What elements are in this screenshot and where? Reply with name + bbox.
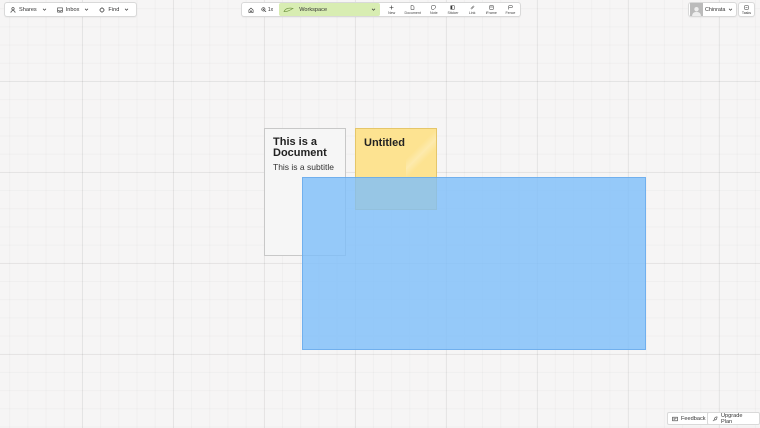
workspace-label: Workspace	[299, 6, 328, 13]
account-menu[interactable]: Chinrata	[688, 2, 737, 17]
note-button[interactable]: Note	[424, 3, 443, 16]
chevron-down-icon	[729, 8, 733, 11]
main-toolbar: 1x Workspace New Document Note Sticker L…	[241, 2, 521, 17]
fence-icon	[508, 5, 513, 9]
sticky-title: Untitled	[364, 137, 405, 149]
sticker-button[interactable]: Sticker	[443, 3, 462, 16]
inbox-label: Inbox	[65, 6, 80, 13]
home-button[interactable]	[244, 3, 257, 16]
tool-label: iFrame	[485, 10, 497, 15]
user-avatar-icon	[692, 6, 701, 16]
chevron-down-icon	[42, 8, 46, 11]
note-icon	[431, 5, 436, 9]
tool-label: Sticker	[447, 10, 459, 15]
shares-button[interactable]: Shares	[5, 3, 52, 16]
tool-label: Document	[404, 10, 421, 15]
workspace-selector[interactable]: Workspace	[279, 3, 381, 16]
new-button[interactable]: New	[382, 3, 401, 16]
shares-label: Shares	[19, 6, 37, 13]
workspace-logo-icon	[283, 7, 295, 12]
fence-button[interactable]: Fence	[501, 3, 520, 16]
chevron-down-icon	[85, 8, 89, 11]
feedback-button[interactable]: Feedback	[667, 412, 711, 425]
zoom-level: 1x	[267, 6, 274, 13]
plus-icon	[389, 5, 394, 9]
document-subtitle: This is a subtitle	[273, 162, 334, 172]
tasks-label: Tasks	[741, 10, 752, 15]
link-button[interactable]: Link	[463, 3, 482, 16]
user-name: Chinrata	[705, 6, 726, 13]
top-left-menu: Shares Inbox Find	[4, 2, 137, 17]
person-icon	[10, 6, 16, 13]
link-icon	[470, 5, 474, 9]
tasks-icon	[744, 5, 749, 9]
blue-rectangle-shape[interactable]	[302, 177, 646, 350]
zoom-button[interactable]: 1x	[257, 7, 277, 13]
find-button[interactable]: Find	[94, 3, 134, 16]
find-label: Find	[108, 6, 120, 13]
inbox-button[interactable]: Inbox	[52, 3, 95, 16]
document-icon	[410, 4, 415, 10]
crosshair-icon	[99, 6, 106, 13]
zoom-icon	[261, 7, 267, 13]
tool-label: Fence	[505, 10, 516, 15]
tasks-button[interactable]: Tasks	[738, 2, 755, 17]
tool-label: Note	[430, 10, 438, 15]
upgrade-plan-button[interactable]: Upgrade Plan	[707, 412, 760, 425]
document-title: This is a Document	[273, 136, 327, 159]
chevron-down-icon	[125, 8, 129, 11]
feedback-label: Feedback	[681, 415, 706, 422]
upgrade-label: Upgrade Plan	[720, 412, 743, 425]
iframe-button[interactable]: iFrame	[482, 3, 501, 16]
chevron-down-icon	[371, 8, 376, 11]
tool-label: New	[388, 10, 396, 15]
home-icon	[248, 7, 254, 13]
iframe-icon	[489, 5, 494, 9]
sticker-icon	[450, 5, 455, 9]
tool-label: Link	[468, 10, 476, 15]
document-button[interactable]: Document	[401, 3, 424, 16]
feedback-icon	[672, 416, 678, 421]
inbox-icon	[57, 7, 63, 12]
avatar	[690, 3, 703, 16]
rocket-icon	[712, 416, 718, 421]
